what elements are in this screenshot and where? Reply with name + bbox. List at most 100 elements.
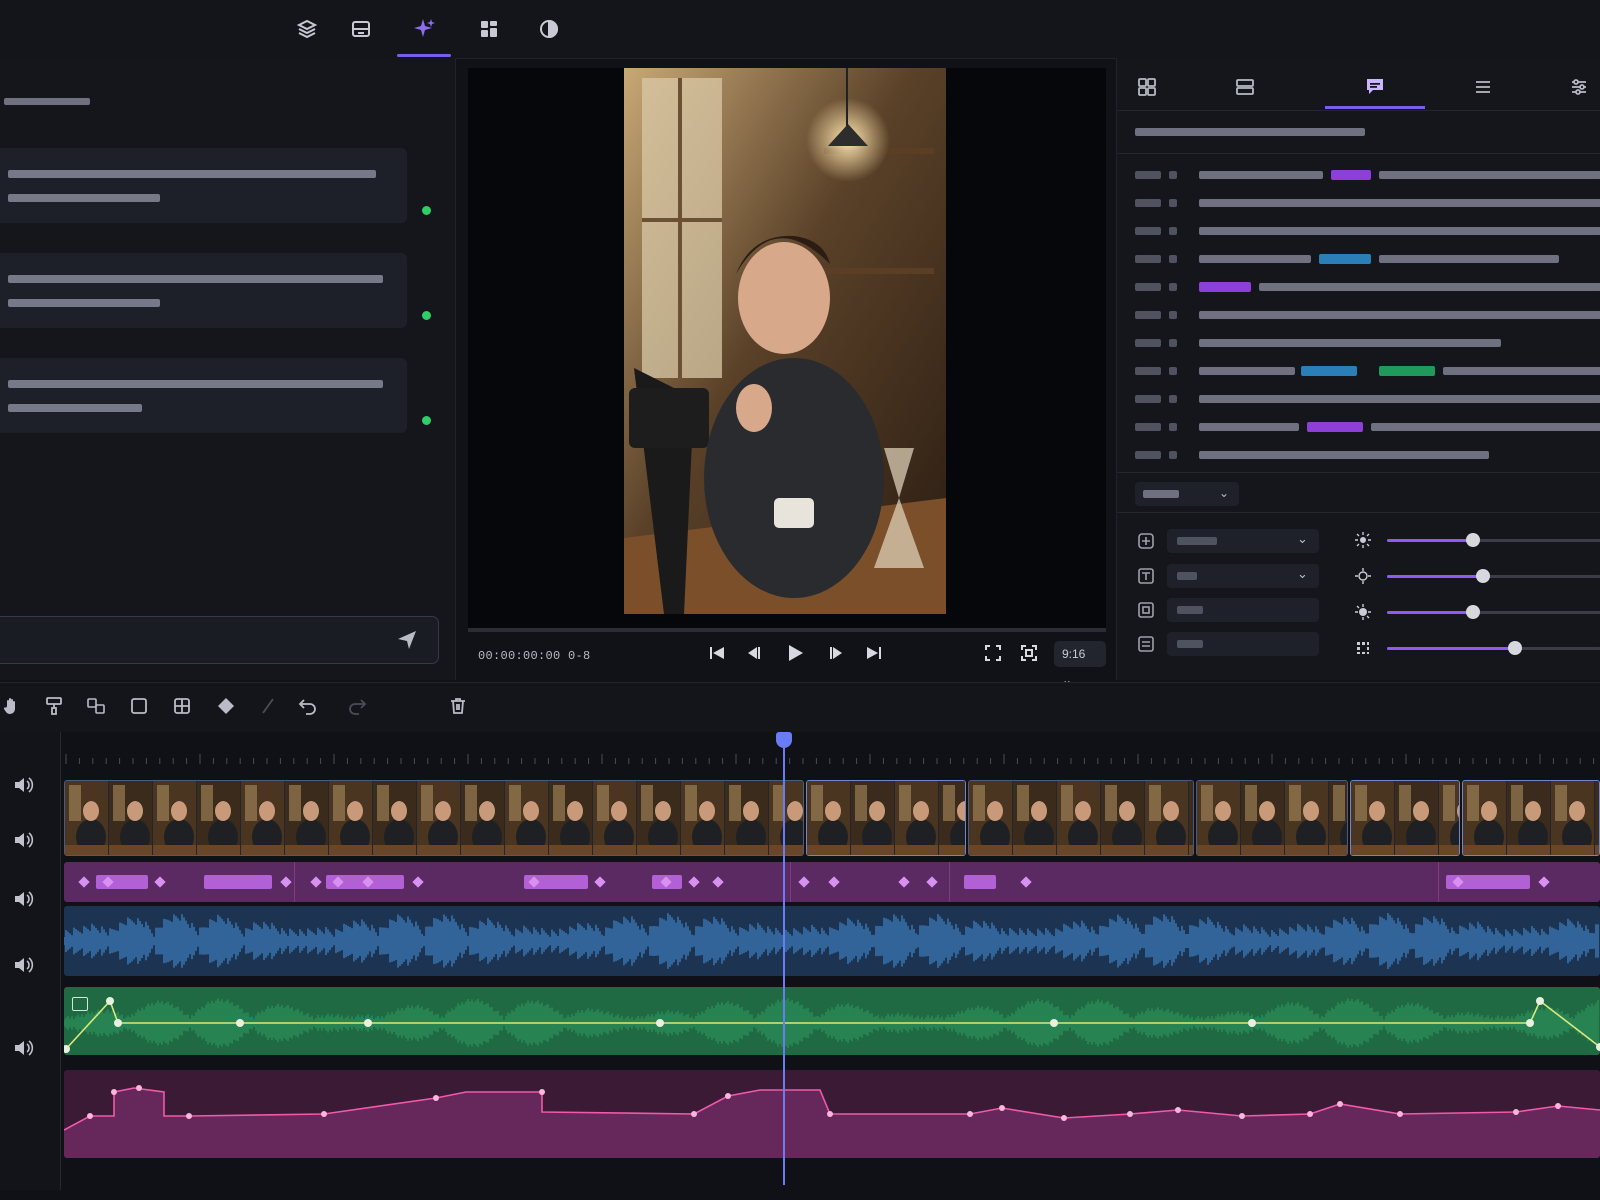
sharpness-slider[interactable]: [1387, 641, 1600, 655]
keyframe-icon[interactable]: [216, 696, 236, 721]
background-icon[interactable]: [1137, 635, 1155, 658]
templates-grid-icon[interactable]: [471, 12, 507, 46]
keyframe-marker[interactable]: [828, 876, 840, 888]
video-preview[interactable]: [468, 68, 1106, 628]
timeline-toolbar: [0, 682, 1600, 733]
fullscreen-icon[interactable]: [984, 644, 1002, 667]
redo-icon[interactable]: [347, 696, 367, 721]
slider-knob[interactable]: [1508, 641, 1523, 655]
audio-track[interactable]: [63, 906, 1600, 976]
envelope-keyframe: [1061, 1115, 1067, 1121]
envelope-keyframe: [656, 1019, 664, 1027]
clip-thumbnail: [1395, 781, 1439, 855]
grid-icon[interactable]: [172, 696, 192, 721]
play-icon[interactable]: [784, 642, 806, 669]
clip-thumbnail: [1329, 781, 1347, 855]
playhead-handle[interactable]: [776, 732, 792, 748]
keyframe-marker[interactable]: [1020, 876, 1032, 888]
message-text-line: [8, 404, 142, 412]
clip-thumbnail: [769, 781, 803, 855]
slider-knob[interactable]: [1465, 605, 1480, 619]
paint-format-icon[interactable]: [44, 696, 64, 721]
keyframe-marker[interactable]: [798, 876, 810, 888]
chat-message[interactable]: [0, 148, 407, 223]
layout-icon[interactable]: [1127, 72, 1167, 102]
keyframe-marker[interactable]: [926, 876, 938, 888]
undo-icon[interactable]: [298, 696, 318, 721]
overlay-track[interactable]: [64, 862, 1600, 902]
add-text-icon[interactable]: [1137, 532, 1155, 555]
style-dropdown[interactable]: ⌄: [1135, 482, 1239, 506]
overlay-clip[interactable]: [204, 875, 272, 889]
brightness-slider[interactable]: [1387, 533, 1600, 547]
overlay-clip[interactable]: [964, 875, 996, 889]
envelope-keyframe: [967, 1111, 973, 1117]
ai-sparkle-icon[interactable]: [406, 12, 442, 46]
keyframe-marker[interactable]: [898, 876, 910, 888]
color-wheel-icon[interactable]: [531, 12, 567, 46]
aspect-ratio-select[interactable]: 9:16 ⌄: [1054, 641, 1106, 687]
clip-thumbnail: [65, 781, 109, 855]
send-icon[interactable]: [396, 629, 418, 656]
clip-thumbnail: [1101, 781, 1145, 855]
keyframe-marker[interactable]: [310, 876, 322, 888]
skip-to-start-icon[interactable]: [708, 644, 726, 667]
saturation-slider[interactable]: [1387, 605, 1600, 619]
music-track[interactable]: [64, 987, 1600, 1055]
caption-header-text: [1135, 128, 1365, 136]
video-clip[interactable]: [1462, 780, 1600, 856]
clip-thumbnail: [285, 781, 329, 855]
keyframe-marker[interactable]: [688, 876, 700, 888]
effects-track[interactable]: [64, 1070, 1600, 1158]
video-clip[interactable]: [968, 780, 1194, 856]
media-library-icon[interactable]: [343, 12, 379, 46]
clip-thumbnail: [1463, 781, 1507, 855]
keyframe-marker[interactable]: [712, 876, 724, 888]
split-icon[interactable]: [86, 696, 106, 721]
captions-icon[interactable]: [1355, 72, 1395, 102]
blade-icon[interactable]: [258, 696, 278, 721]
hand-tool-icon[interactable]: [2, 696, 22, 721]
position-icon[interactable]: [1137, 601, 1155, 624]
layers-icon[interactable]: [289, 12, 325, 46]
keyframe-marker[interactable]: [412, 876, 424, 888]
weight-select[interactable]: ⌄: [1167, 564, 1319, 588]
step-forward-icon[interactable]: [828, 644, 846, 667]
chat-message[interactable]: [0, 358, 407, 433]
video-clip[interactable]: [64, 780, 804, 856]
keyframe-marker[interactable]: [594, 876, 606, 888]
slider-knob[interactable]: [1465, 533, 1480, 547]
speaker-icon[interactable]: [12, 954, 34, 981]
chat-input[interactable]: [0, 616, 439, 664]
list-icon[interactable]: [1463, 72, 1503, 102]
background-field[interactable]: [1167, 632, 1319, 656]
slider-knob[interactable]: [1476, 569, 1491, 583]
speaker-icon[interactable]: [12, 888, 34, 915]
text-style-icon[interactable]: [1137, 567, 1155, 590]
video-clip[interactable]: [806, 780, 966, 856]
scenes-icon[interactable]: [1225, 72, 1265, 102]
speaker-icon[interactable]: [12, 774, 34, 801]
video-clip[interactable]: [1350, 780, 1460, 856]
crop-icon[interactable]: [129, 696, 149, 721]
chevron-down-icon: ⌄: [1297, 531, 1308, 546]
keyframe-marker[interactable]: [154, 876, 166, 888]
keyframe-marker[interactable]: [78, 876, 90, 888]
keyframe-marker[interactable]: [280, 876, 292, 888]
speaker-icon[interactable]: [12, 1037, 34, 1064]
contrast-slider[interactable]: [1387, 569, 1600, 583]
speaker-icon[interactable]: [12, 829, 34, 856]
fit-to-screen-icon[interactable]: [1020, 644, 1038, 667]
chat-message[interactable]: [0, 253, 407, 328]
step-back-icon[interactable]: [744, 644, 762, 667]
position-field[interactable]: [1167, 598, 1319, 622]
timeline-ruler[interactable]: [60, 732, 1600, 774]
video-clip[interactable]: [1196, 780, 1348, 856]
delete-icon[interactable]: [448, 696, 468, 721]
skip-to-end-icon[interactable]: [865, 644, 883, 667]
adjust-sliders-icon[interactable]: [1559, 72, 1599, 102]
music-waveform: [64, 997, 1600, 1053]
playhead-line[interactable]: [783, 732, 785, 1185]
keyframe-marker[interactable]: [1538, 876, 1550, 888]
font-select[interactable]: ⌄: [1167, 529, 1319, 553]
